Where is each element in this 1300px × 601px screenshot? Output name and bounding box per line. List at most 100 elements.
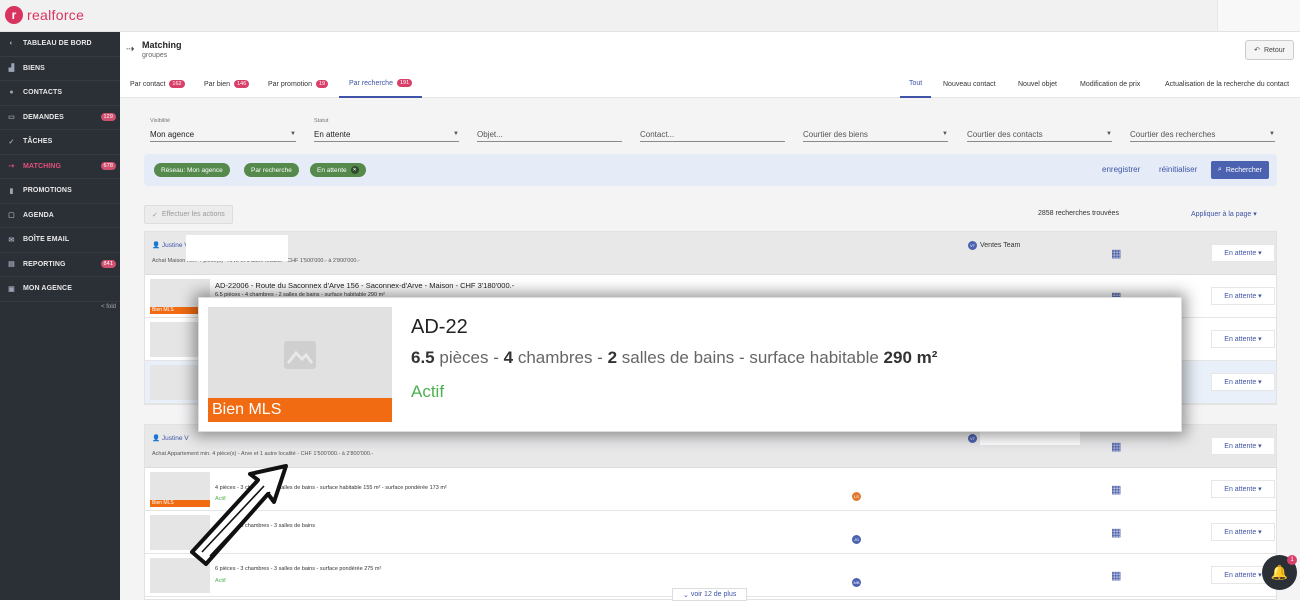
sidebar-item-contacts[interactable]: ● CONTACTS (0, 81, 120, 106)
tab-modification-prix[interactable]: Modification de prix (1080, 70, 1140, 98)
tab-label: Par contact (130, 80, 166, 88)
tab-badge: 146 (234, 80, 250, 88)
sidebar-item-demandes[interactable]: ▭ DEMANDES 129 (0, 106, 120, 130)
brand-logo[interactable]: r realforce (5, 6, 84, 24)
desc-part: 6.5 (411, 348, 435, 367)
topbar-user-area[interactable] (1217, 0, 1300, 31)
status-dropdown[interactable]: En attente ▾ (1211, 437, 1275, 455)
broker-avatar[interactable]: JG (852, 535, 861, 544)
contact-name[interactable]: 👤 Justine V (152, 241, 189, 249)
matching-tabs: Par contact 162 Par bien 146 Par promotion… (120, 70, 1300, 98)
save-filter-link[interactable]: enregistrer (1102, 165, 1140, 174)
sidebar-item-tâches[interactable]: ✓ TÂCHES (0, 130, 120, 155)
reset-filter-link[interactable]: réinitialiser (1159, 165, 1197, 174)
sidebar-item-mon-agence[interactable]: ▣ MON AGENCE (0, 277, 120, 302)
chip-label: Réseau: Mon agence (161, 166, 223, 174)
search-label: Rechercher (1225, 166, 1262, 174)
status-dropdown[interactable]: En attente ▾ (1211, 330, 1275, 348)
sidebar-badge: 841 (100, 259, 116, 268)
agency-icon: ▣ (8, 285, 15, 293)
status-dropdown[interactable]: En attente ▾ (1211, 373, 1275, 391)
show-more-button[interactable]: ⌄ voir 12 de plus (672, 588, 748, 601)
zoom-property-state: Actif (411, 382, 445, 401)
page-header: ⇢ Matching groupes ↶ Retour (120, 32, 1300, 70)
sidebar-item-promotions[interactable]: ▮ PROMOTIONS (0, 179, 120, 204)
tab-par-recherche[interactable]: Par recherche 191 (339, 70, 423, 98)
matching-icon: ⇢ (126, 44, 135, 55)
team-name: Ventes Team (980, 242, 1021, 249)
broker-avatar[interactable]: LS (852, 492, 861, 501)
chip-reseau[interactable]: Réseau: Mon agence (154, 163, 230, 177)
broker-goods-select[interactable]: Courtier des biens ▼ (803, 128, 948, 142)
sidebar-item-label: TÂCHES (23, 138, 53, 146)
calendar-icon[interactable]: ▦ (1111, 440, 1123, 453)
group-header: 👤 Justine V Achat Maison min. 4 pièce(s)… (145, 232, 1276, 275)
sidebar-item-biens[interactable]: ▟ BIENS (0, 57, 120, 81)
mail-icon: ✉ (8, 236, 15, 244)
sidebar-item-reporting[interactable]: ▤ REPORTING 841 (0, 253, 120, 277)
property-title[interactable]: AD-22006 - Route du Saconnex d'Arve 156 … (215, 281, 514, 290)
user-icon: 👤 (152, 435, 161, 442)
sidebar-item-boîte-email[interactable]: ✉ BOÎTE EMAIL (0, 228, 120, 253)
status-dropdown[interactable]: En attente ▾ (1211, 523, 1275, 541)
redaction-mask (980, 431, 1080, 445)
sidebar-item-agenda[interactable]: ▢ AGENDA (0, 204, 120, 228)
calendar-icon[interactable]: ▦ (1111, 526, 1123, 539)
show-more-label: voir 12 de plus (690, 591, 737, 598)
tab-par-contact[interactable]: Par contact 162 (130, 70, 185, 98)
back-label: Retour (1263, 46, 1285, 54)
user-icon: 👤 (152, 242, 161, 249)
tab-par-bien[interactable]: Par bien 146 (204, 70, 250, 98)
zoom-property-title: AD-22 (411, 316, 468, 338)
fold-toggle[interactable]: < fold (101, 304, 116, 310)
tab-badge: 162 (169, 80, 185, 88)
status-label: En attente (1224, 292, 1257, 300)
status-dropdown[interactable]: En attente ▾ (1211, 244, 1275, 262)
status-label: En attente (1224, 528, 1257, 536)
broker-contacts-select[interactable]: Courtier des contacts ▼ (967, 128, 1112, 142)
sidebar-item-matching[interactable]: ⇢ MATCHING 678 (0, 155, 120, 179)
visibility-select[interactable]: Mon agence ▼ (150, 128, 296, 142)
notifications-button[interactable]: 🔔 1 (1262, 555, 1297, 590)
close-icon[interactable]: ✕ (350, 166, 359, 174)
search-button[interactable]: ⌕ Rechercher (1210, 161, 1269, 179)
calendar-icon[interactable]: ▦ (1111, 247, 1123, 260)
sidebar-item-label: DEMANDES (23, 113, 64, 121)
contact-input[interactable]: Contact... (640, 128, 785, 142)
object-input[interactable]: Objet... (477, 128, 622, 142)
redaction-mask (186, 235, 288, 261)
buildings-icon: ▟ (8, 65, 15, 73)
caret-down-icon: ▼ (290, 131, 296, 137)
status-select[interactable]: En attente ▼ (314, 128, 459, 142)
tab-nouvel-objet[interactable]: Nouvel objet (1018, 70, 1057, 98)
tab-actualisation[interactable]: Actualisation de la recherche du contact (1165, 70, 1289, 98)
chip-en-attente[interactable]: En attente ✕ (310, 163, 366, 177)
team-avatar: VT (968, 241, 977, 250)
broker-searches-select[interactable]: Courtier des recherches ▼ (1130, 128, 1275, 142)
broker-avatar[interactable]: MB (852, 578, 861, 587)
apply-to-page-dropdown[interactable]: Appliquer à la page ▾ (1191, 210, 1257, 218)
tab-nouveau-contact[interactable]: Nouveau contact (943, 70, 996, 98)
chat-icon: ▭ (8, 114, 15, 122)
active-filters: Réseau: Mon agence Par recherche En atte… (144, 154, 1277, 186)
status-dropdown[interactable]: En attente ▾ (1211, 480, 1275, 498)
calendar-icon[interactable]: ▦ (1111, 483, 1123, 496)
status-dropdown[interactable]: En attente ▾ (1211, 287, 1275, 305)
calendar-icon[interactable]: ▦ (1111, 569, 1123, 582)
sidebar-item-tableau-de-bord[interactable]: ◐ TABLEAU DE BORD (0, 32, 120, 57)
top-bar: r realforce (0, 0, 1300, 32)
sidebar-badge: 678 (100, 161, 116, 170)
desc-part: 4 (503, 348, 514, 367)
chip-par-recherche[interactable]: Par recherche (244, 163, 299, 177)
caret-down-icon: ▼ (1106, 131, 1112, 137)
perform-actions-button[interactable]: ✓ Effectuer les actions (144, 205, 233, 224)
caret-down-icon: ▼ (1269, 131, 1275, 137)
sidebar-item-label: MATCHING (23, 162, 61, 170)
back-button[interactable]: ↶ Retour (1245, 40, 1294, 60)
sidebar-item-label: CONTACTS (23, 89, 63, 97)
tab-tout[interactable]: Tout (900, 70, 932, 98)
sidebar-badge: 129 (100, 112, 116, 121)
chip-label: Par recherche (251, 166, 292, 174)
page-title: Matching (142, 40, 182, 50)
tab-par-promotion[interactable]: Par promotion 19 (268, 70, 329, 98)
